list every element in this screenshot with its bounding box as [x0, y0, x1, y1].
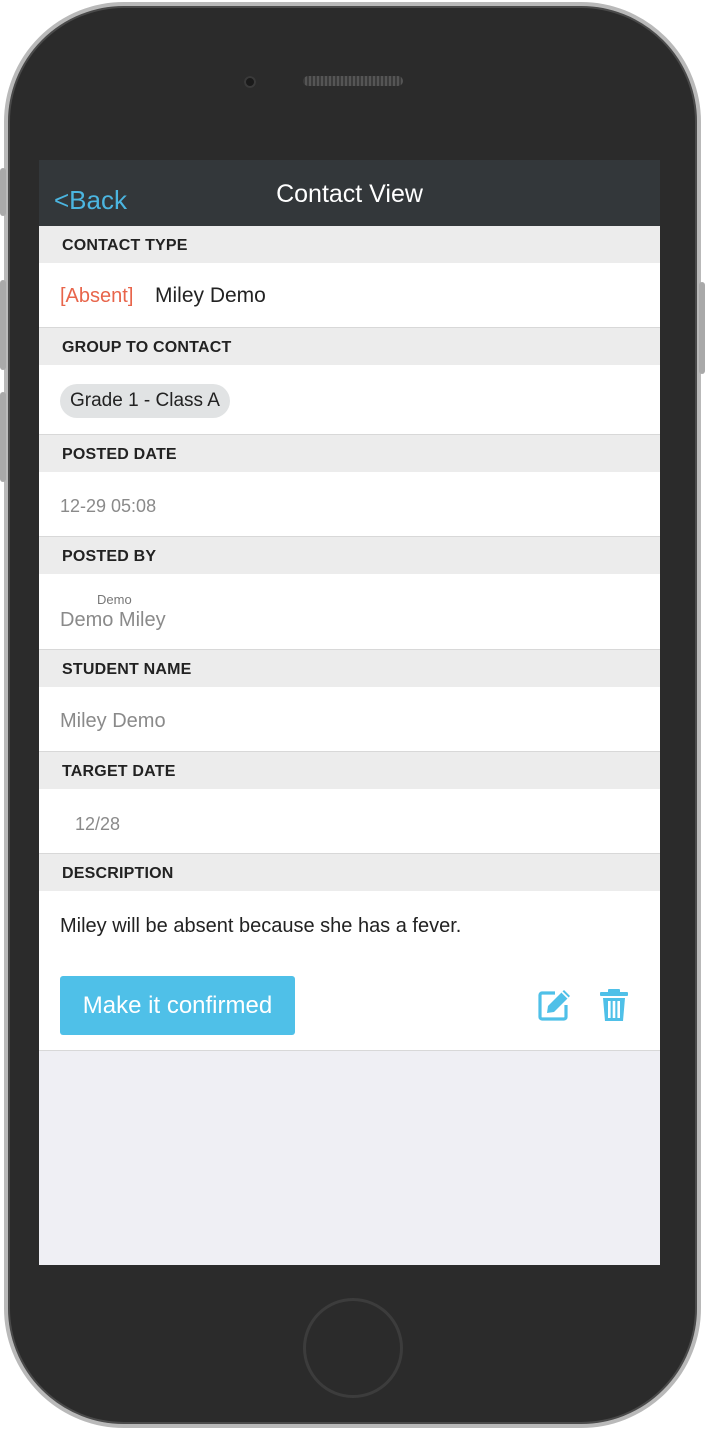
- earpiece-speaker: [303, 76, 403, 86]
- power-button: [699, 282, 705, 374]
- navigation-bar: <Back Contact View: [39, 160, 660, 226]
- section-header-posted-date: POSTED DATE: [39, 435, 660, 472]
- volume-down-button: [0, 392, 6, 482]
- description-text: Miley will be absent because she has a f…: [60, 915, 462, 937]
- group-row: Grade 1 - Class A: [39, 365, 660, 435]
- poster-small-label: Demo: [97, 592, 132, 607]
- posted-date-value: 12-29 05:08: [60, 496, 157, 516]
- target-date-value: 12/28: [75, 814, 121, 834]
- confirm-button[interactable]: Make it confirmed: [60, 976, 295, 1035]
- description-row: Miley will be absent because she has a f…: [39, 891, 660, 1051]
- target-date-row: 12/28: [39, 789, 660, 854]
- poster-name: Demo Miley: [60, 609, 166, 631]
- home-button[interactable]: [303, 1298, 403, 1398]
- student-name-row: Miley Demo: [39, 687, 660, 752]
- page-title: Contact View: [276, 180, 423, 208]
- trash-icon[interactable]: [595, 986, 633, 1024]
- section-header-target-date: TARGET DATE: [39, 752, 660, 789]
- section-header-student-name: STUDENT NAME: [39, 650, 660, 687]
- group-chip: Grade 1 - Class A: [60, 384, 230, 418]
- section-header-group: GROUP TO CONTACT: [39, 328, 660, 365]
- contact-type-row: [Absent] Miley Demo: [39, 263, 660, 328]
- volume-up-button: [0, 280, 6, 370]
- section-header-contact-type: CONTACT TYPE: [39, 226, 660, 263]
- posted-by-row: Demo Demo Miley: [39, 574, 660, 650]
- posted-date-row: 12-29 05:08: [39, 472, 660, 537]
- contact-name: Miley Demo: [155, 284, 266, 307]
- front-camera: [244, 76, 256, 88]
- section-header-description: DESCRIPTION: [39, 854, 660, 891]
- absent-tag: [Absent]: [60, 285, 134, 307]
- mute-switch: [0, 168, 6, 216]
- student-name-value: Miley Demo: [60, 710, 166, 732]
- app-screen: <Back Contact View CONTACT TYPE [Absent]…: [39, 160, 660, 1265]
- section-header-posted-by: POSTED BY: [39, 537, 660, 574]
- edit-icon[interactable]: [535, 986, 573, 1024]
